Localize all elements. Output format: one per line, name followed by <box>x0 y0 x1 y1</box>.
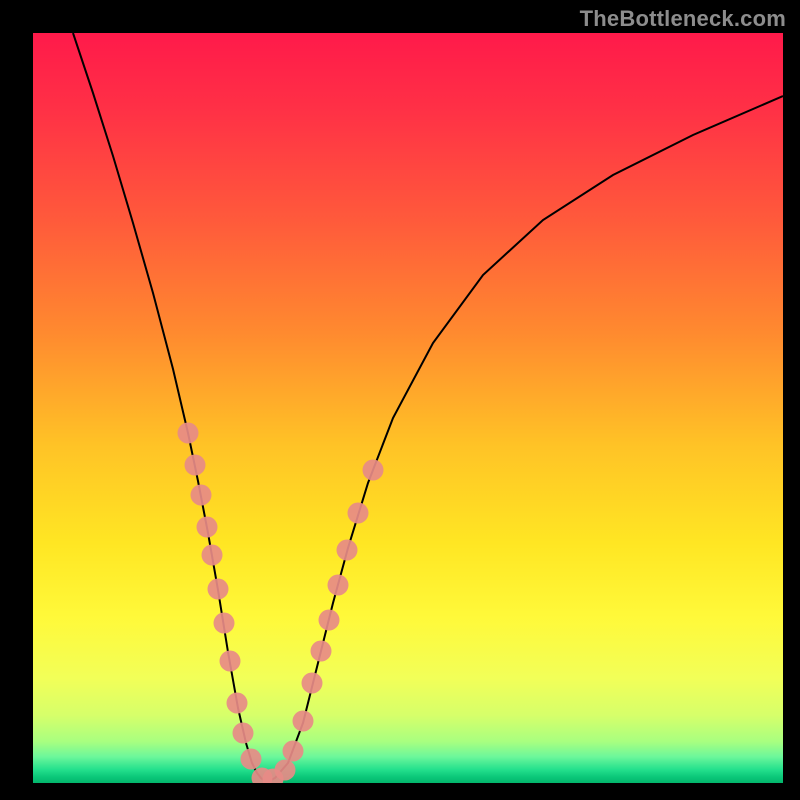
data-point <box>311 641 332 662</box>
data-point <box>241 749 262 770</box>
data-point <box>337 540 358 561</box>
highlight-dots <box>178 423 384 784</box>
bottleneck-curve <box>73 33 783 781</box>
data-point <box>328 575 349 596</box>
watermark-text: TheBottleneck.com <box>580 6 786 32</box>
data-point <box>197 517 218 538</box>
data-point <box>214 613 235 634</box>
data-point <box>185 455 206 476</box>
data-point <box>283 741 304 762</box>
data-point <box>220 651 241 672</box>
data-point <box>302 673 323 694</box>
data-point <box>275 760 296 781</box>
data-point <box>319 610 340 631</box>
data-point <box>202 545 223 566</box>
data-point <box>233 723 254 744</box>
plot-area <box>33 33 783 783</box>
data-point <box>178 423 199 444</box>
data-point <box>191 485 212 506</box>
data-point <box>348 503 369 524</box>
data-point <box>293 711 314 732</box>
curve-layer <box>33 33 783 783</box>
data-point <box>363 460 384 481</box>
chart-frame: TheBottleneck.com <box>0 0 800 800</box>
data-point <box>227 693 248 714</box>
data-point <box>208 579 229 600</box>
